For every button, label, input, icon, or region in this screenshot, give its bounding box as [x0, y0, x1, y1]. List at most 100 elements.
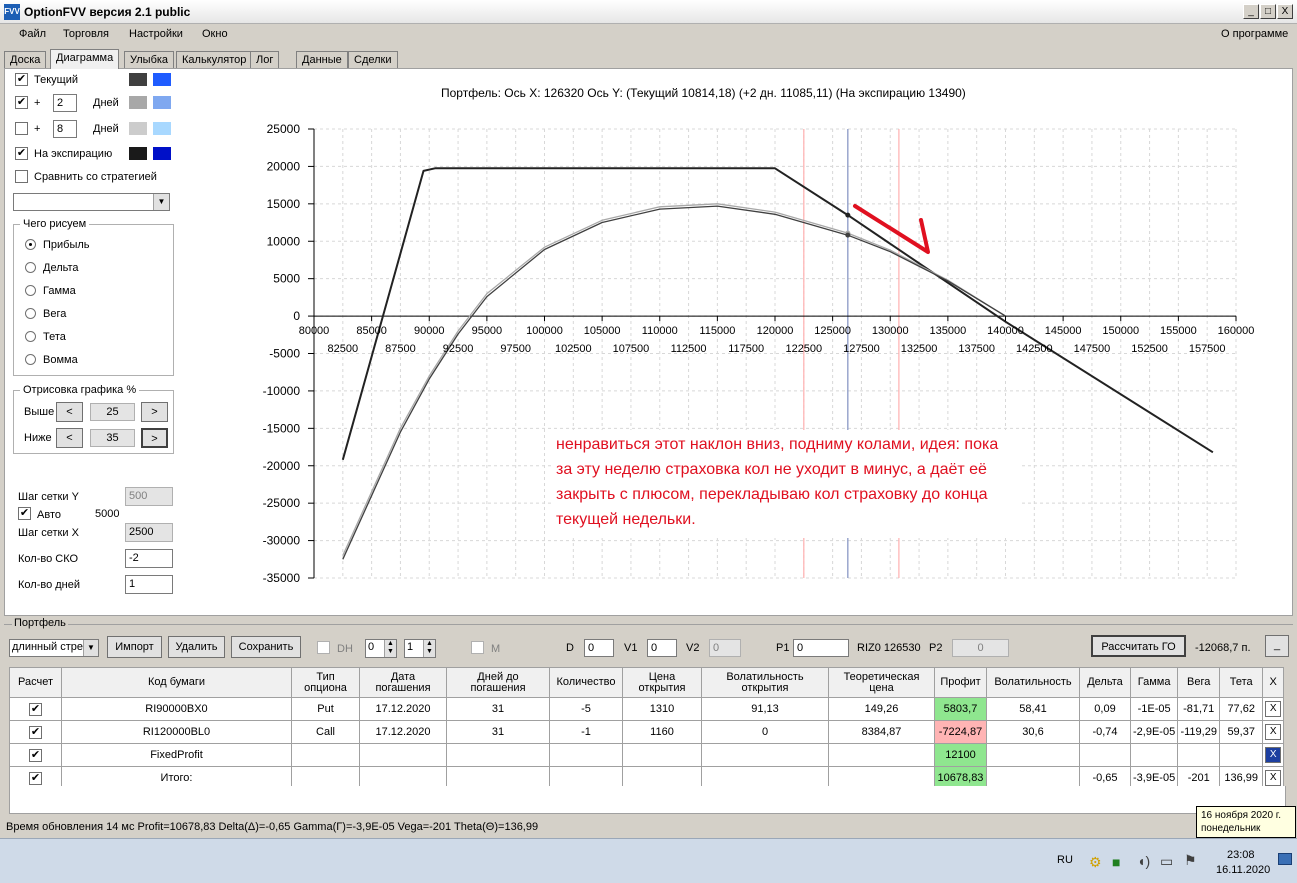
spin-input-1[interactable]: 0 ▲ ▼ [365, 639, 397, 658]
y-tick-label: -10000 [263, 384, 301, 398]
portfolio-divider [4, 624, 1293, 625]
tab-diagram[interactable]: Диаграмма [50, 49, 120, 69]
x-tick-label-top: 135000 [930, 325, 967, 337]
checkbox[interactable]: ✔ [29, 725, 42, 739]
chevron-down-icon[interactable]: ▼ [83, 640, 98, 656]
flag-icon[interactable]: ⚑ [1184, 852, 1197, 869]
cell-days [446, 743, 550, 767]
spin-input-2-value: 1 [407, 641, 414, 653]
cell-code: FixedProfit [61, 743, 292, 767]
display-icon[interactable]: ▭ [1160, 853, 1173, 870]
p2-input[interactable]: 0 [952, 639, 1009, 657]
cursor-point-2 [845, 232, 851, 238]
column-header[interactable]: Код бумаги [61, 667, 292, 698]
collapse-button[interactable]: _ [1265, 635, 1289, 657]
cell-code: RI90000BX0 [61, 697, 292, 721]
row-delete-cell: X [1262, 697, 1285, 721]
network-icon[interactable]: ⚙ [1089, 854, 1102, 871]
spinner-arrows-icon[interactable]: ▲ ▼ [423, 640, 435, 657]
volume-icon[interactable]: ◖) [1137, 853, 1150, 869]
column-header[interactable]: Цена открытия [622, 667, 702, 698]
y-tick-label: 5000 [273, 272, 300, 286]
checkbox[interactable]: ✔ [29, 702, 42, 716]
row-calc-checkbox[interactable]: ✔ [9, 720, 62, 744]
column-header[interactable]: X [1262, 667, 1285, 698]
clock-date[interactable]: 16.11.2020 [1216, 864, 1270, 876]
column-header[interactable]: Гамма [1129, 667, 1179, 698]
riz-label: RIZ0 126530 [857, 642, 921, 654]
checkbox[interactable]: ✔ [29, 771, 42, 785]
d-input[interactable]: 0 [584, 639, 614, 657]
table-row[interactable]: ✔ FixedProfit 12100 X [9, 743, 1285, 767]
column-header[interactable]: Волатильность [986, 667, 1080, 698]
column-header[interactable]: Вега [1177, 667, 1221, 698]
dh-checkbox[interactable] [317, 641, 330, 654]
y-tick-label: -25000 [263, 496, 301, 510]
x-tick-label-top: 110000 [642, 325, 678, 337]
row-delete-button[interactable]: X [1265, 747, 1282, 763]
cell-qty: -1 [549, 720, 623, 744]
cell-theta: 77,62 [1219, 697, 1264, 721]
row-calc-checkbox[interactable]: ✔ [9, 697, 62, 721]
cell-theo [828, 743, 935, 767]
import-button[interactable]: Импорт [107, 636, 162, 658]
x-tick-label-bottom: 87500 [385, 343, 416, 355]
language-indicator[interactable]: RU [1057, 854, 1073, 866]
table-row[interactable]: ✔ RI120000BL0 Call 17.12.2020 31 -1 1160 0 8384,… [9, 720, 1285, 744]
cell-date [359, 743, 447, 767]
table-row[interactable]: ✔ RI90000BX0 Put 17.12.2020 31 -5 1310 91,13 149… [9, 697, 1285, 721]
table-empty-area [9, 786, 1286, 814]
column-header[interactable]: Дельта [1079, 667, 1131, 698]
column-header[interactable]: Тета [1219, 667, 1264, 698]
y-tick-label: -5000 [269, 347, 300, 361]
cell-date: 17.12.2020 [359, 697, 447, 721]
cell-open-price: 1310 [622, 697, 702, 721]
save-button[interactable]: Сохранить [231, 636, 301, 658]
m-checkbox[interactable] [471, 641, 484, 654]
clock-time[interactable]: 23:08 [1227, 849, 1255, 861]
checkbox[interactable]: ✔ [29, 748, 42, 762]
column-header[interactable]: Волатильность открытия [701, 667, 829, 698]
column-header[interactable]: Дней до погашения [446, 667, 550, 698]
show-desktop-icon[interactable] [1278, 853, 1292, 865]
v1-input[interactable]: 0 [647, 639, 677, 657]
x-tick-label-bottom: 117500 [728, 343, 764, 355]
x-tick-label-bottom: 92500 [443, 343, 474, 355]
column-header[interactable]: Профит [934, 667, 987, 698]
column-header[interactable]: Расчет [9, 667, 62, 698]
cell-delta: -0,74 [1079, 720, 1131, 744]
row-delete-button[interactable]: X [1265, 724, 1282, 740]
cell-theta [1219, 743, 1264, 767]
v2-input[interactable]: 0 [709, 639, 741, 657]
x-tick-label-bottom: 122500 [785, 343, 822, 355]
x-tick-label-bottom: 142500 [1016, 343, 1053, 355]
row-calc-checkbox[interactable]: ✔ [9, 743, 62, 767]
portfolio-title: Портфель [12, 617, 68, 629]
p1-input[interactable]: 0 [793, 639, 849, 657]
row-delete-button[interactable]: X [1265, 701, 1282, 717]
cell-qty: -5 [549, 697, 623, 721]
x-tick-label-bottom: 137500 [958, 343, 995, 355]
x-tick-label-top: 85000 [356, 325, 387, 337]
row-delete-button[interactable]: X [1265, 770, 1282, 786]
column-header[interactable]: Теоретическая цена [828, 667, 935, 698]
x-tick-label-bottom: 102500 [555, 343, 592, 355]
date-tooltip: 16 ноября 2020 г. понедельник [1196, 806, 1296, 838]
spin-input-2[interactable]: 1 ▲ ▼ [404, 639, 436, 658]
y-tick-label: -20000 [263, 459, 301, 473]
column-header[interactable]: Количество [549, 667, 623, 698]
delete-button[interactable]: Удалить [168, 636, 225, 658]
spinner-arrows-icon[interactable]: ▲ ▼ [384, 640, 396, 657]
cell-vol [986, 743, 1080, 767]
column-header[interactable]: Тип опциона [291, 667, 360, 698]
strategy-select[interactable]: длинный стре ▼ [9, 639, 99, 657]
app-tray-icon[interactable]: ■ [1112, 854, 1120, 870]
status-bar: Время обновления 14 мс Profit=10678,83 D… [6, 821, 539, 833]
cell-days: 31 [446, 720, 550, 744]
column-header[interactable]: Дата погашения [359, 667, 447, 698]
row-delete-cell: X [1262, 720, 1285, 744]
y-tick-label: 20000 [267, 159, 301, 173]
x-tick-label-bottom: 97500 [500, 343, 531, 355]
annotation-text: ненравиться этот наклон вниз, подниму ко… [552, 430, 1022, 538]
calc-go-button[interactable]: Рассчитать ГО [1091, 635, 1186, 657]
